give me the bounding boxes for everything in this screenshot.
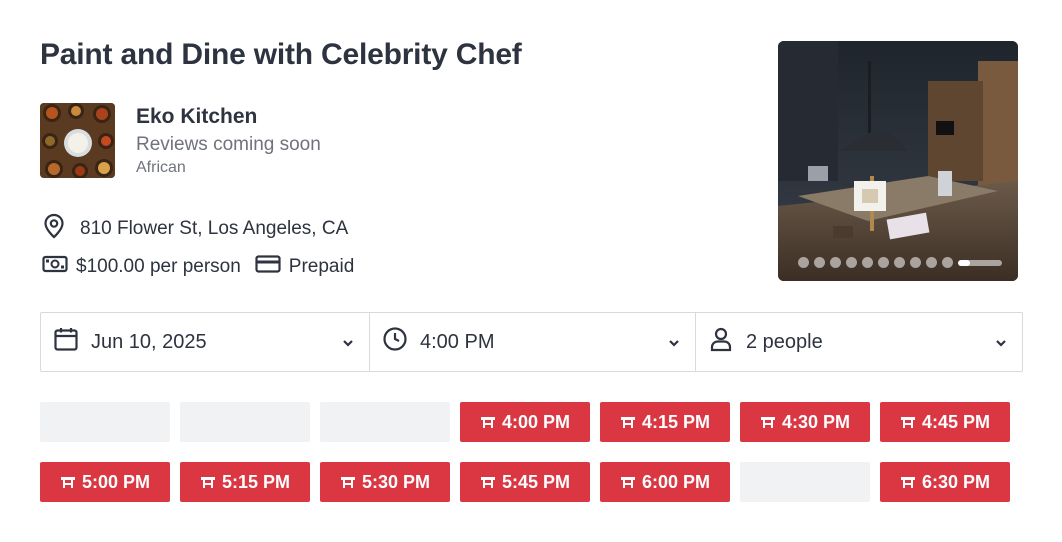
restaurant-cuisine: African (136, 159, 186, 176)
table-icon (620, 417, 635, 428)
chevron-down-icon (667, 331, 681, 354)
credit-card-icon (255, 254, 281, 280)
time-slot-label: 4:45 PM (921, 411, 991, 432)
time-slot-button[interactable]: 5:45 PM (460, 462, 590, 502)
gallery-dot[interactable] (926, 257, 937, 268)
time-slot-button[interactable]: 4:45 PM (880, 402, 1010, 442)
date-value: Jun 10, 2025 (91, 330, 207, 353)
time-slot-button[interactable]: 5:15 PM (180, 462, 310, 502)
party-value: 2 people (746, 330, 823, 353)
table-icon (620, 477, 635, 488)
table-icon (900, 477, 915, 488)
gallery-dot[interactable] (862, 257, 873, 268)
time-slot-placeholder (40, 402, 170, 442)
reservation-selectors: Jun 10, 2025 4:00 PM 2 people (40, 312, 1023, 372)
time-slot-placeholder (740, 462, 870, 502)
address-row: 810 Flower St, Los Angeles, CA (42, 213, 348, 245)
table-icon (760, 417, 775, 428)
gallery-dot[interactable] (894, 257, 905, 268)
map-pin-icon (42, 213, 66, 245)
gallery-pagination (798, 257, 1002, 268)
kitchen-photo (778, 41, 1018, 281)
gallery-dot-active[interactable] (958, 259, 1002, 266)
time-slot-button[interactable]: 5:00 PM (40, 462, 170, 502)
time-slot-label: 6:30 PM (921, 471, 991, 492)
page-title: Paint and Dine with Celebrity Chef (40, 38, 522, 71)
table-icon (480, 477, 495, 488)
table-icon (340, 477, 355, 488)
gallery-dot[interactable] (878, 257, 889, 268)
gallery-dot[interactable] (798, 257, 809, 268)
time-slot-label: 6:00 PM (641, 471, 711, 492)
time-slot-placeholder (320, 402, 450, 442)
time-slot-placeholder (180, 402, 310, 442)
chevron-down-icon (994, 331, 1008, 354)
date-selector[interactable]: Jun 10, 2025 (41, 313, 369, 371)
time-slot-button[interactable]: 6:00 PM (600, 462, 730, 502)
address-text: 810 Flower St, Los Angeles, CA (80, 218, 349, 239)
time-slot-label: 5:45 PM (501, 471, 571, 492)
gallery-dot[interactable] (830, 257, 841, 268)
time-slot-button[interactable]: 4:30 PM (740, 402, 870, 442)
payment-text: Prepaid (288, 256, 355, 277)
gallery-dot[interactable] (846, 257, 857, 268)
time-slot-label: 5:15 PM (221, 471, 291, 492)
gallery-dot[interactable] (942, 257, 953, 268)
restaurant-thumbnail[interactable] (40, 103, 115, 178)
time-slot-label: 5:30 PM (361, 471, 431, 492)
time-slot-button[interactable]: 6:30 PM (880, 462, 1010, 502)
calendar-icon (53, 326, 79, 358)
time-selector[interactable]: 4:00 PM (369, 313, 695, 371)
clock-icon (382, 326, 408, 358)
time-slot-button[interactable]: 4:00 PM (460, 402, 590, 442)
table-icon (480, 417, 495, 428)
time-slot-label: 5:00 PM (81, 471, 151, 492)
party-size-selector[interactable]: 2 people (695, 313, 1022, 371)
table-icon (200, 477, 215, 488)
time-slot-button[interactable]: 5:30 PM (320, 462, 450, 502)
meta-row: $100.00 per person Prepaid (42, 254, 354, 280)
time-slot-label: 4:00 PM (501, 411, 571, 432)
restaurant-reviews: Reviews coming soon (136, 134, 321, 155)
time-slot-grid: 4:00 PM 4:15 PM 4:30 PM 4:45 PM 5:00 PM 5:15 … (40, 402, 1010, 502)
table-icon (60, 477, 75, 488)
time-slot-button[interactable]: 4:15 PM (600, 402, 730, 442)
restaurant-card: Eko Kitchen Reviews coming soon African (40, 103, 321, 178)
gallery-dot[interactable] (910, 257, 921, 268)
experience-photo[interactable] (778, 41, 1018, 281)
restaurant-name[interactable]: Eko Kitchen (136, 105, 321, 129)
time-slot-label: 4:15 PM (641, 411, 711, 432)
chevron-down-icon (341, 331, 355, 354)
table-icon (900, 417, 915, 428)
price-text: $100.00 per person (76, 256, 241, 277)
gallery-dot[interactable] (814, 257, 825, 268)
time-slot-label: 4:30 PM (781, 411, 851, 432)
person-icon (708, 326, 734, 358)
time-value: 4:00 PM (420, 330, 495, 353)
cash-icon (42, 254, 68, 280)
